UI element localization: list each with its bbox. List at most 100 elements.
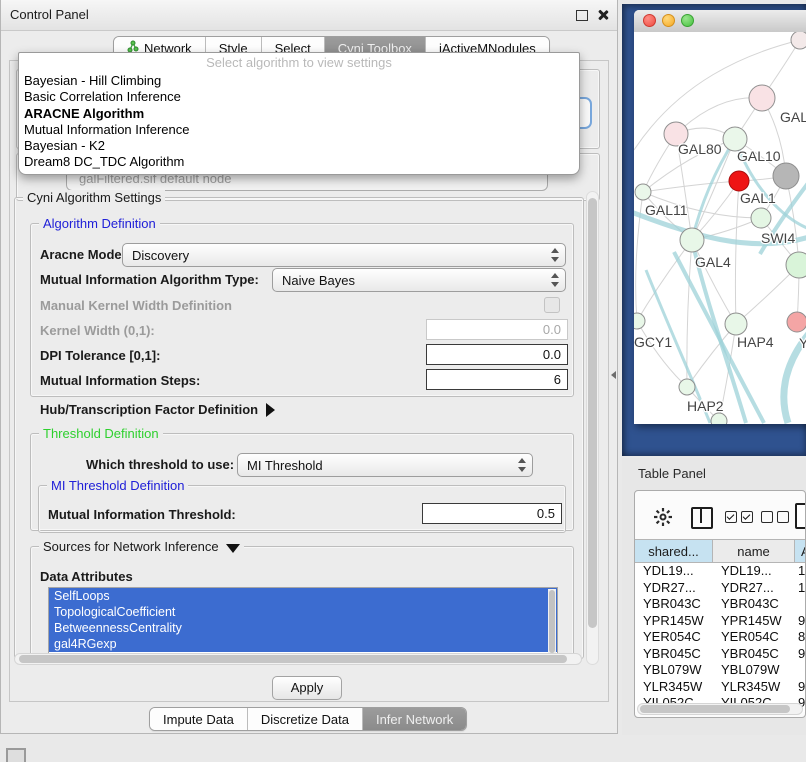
table-cell-id[interactable]: YPR145W: [713, 613, 795, 630]
close-icon[interactable]: [596, 8, 609, 21]
network-edge[interactable]: [676, 98, 762, 134]
dpi-tolerance-field[interactable]: 0.0: [426, 344, 568, 365]
table-cell-value[interactable]: 9.: [795, 679, 806, 696]
attribute-item-betweennesscentrality[interactable]: BetweennessCentrality: [49, 620, 557, 636]
column-header-name[interactable]: name: [713, 539, 795, 563]
table-cell-id[interactable]: YDL19...: [713, 563, 795, 580]
minimize-traffic-light[interactable]: [662, 14, 675, 27]
table-cell-id[interactable]: YLR345W: [635, 679, 713, 696]
aracne-mode-combo[interactable]: Discovery: [122, 243, 566, 267]
network-edge[interactable]: [637, 240, 692, 321]
table-cell-id[interactable]: YER054C: [713, 629, 795, 646]
unchecked-checkbox-icon[interactable]: [761, 511, 773, 523]
zoom-traffic-light[interactable]: [681, 14, 694, 27]
network-node[interactable]: [791, 32, 806, 49]
node-label-gal11: GAL11: [645, 202, 688, 218]
tab-impute-data[interactable]: Impute Data: [150, 708, 247, 730]
network-node[interactable]: [634, 313, 645, 329]
table-cell-id[interactable]: YDR27...: [635, 580, 713, 597]
network-node[interactable]: [751, 208, 771, 228]
table-cell-id[interactable]: YBR045C: [635, 646, 713, 663]
checked-checkbox-icon[interactable]: [741, 511, 753, 523]
network-edge[interactable]: [636, 192, 643, 321]
network-node[interactable]: [729, 171, 749, 191]
column-split-icon[interactable]: [691, 507, 713, 529]
network-view-window[interactable]: GALGAL80GAL10GAL11GAL1SWI4GAL4GCY1HAP4YH…: [634, 10, 806, 424]
table-cell-value[interactable]: 8.: [795, 629, 806, 646]
tab-infer-network[interactable]: Infer Network: [362, 708, 466, 730]
table-cell-value[interactable]: 9.: [795, 613, 806, 630]
network-node[interactable]: [725, 313, 747, 335]
network-window-titlebar[interactable]: [634, 10, 806, 33]
attribute-item-selfloops[interactable]: SelfLoops: [49, 588, 557, 604]
checked-checkbox-icon[interactable]: [725, 511, 737, 523]
network-edge[interactable]: [687, 240, 692, 387]
network-node[interactable]: [711, 413, 727, 424]
manual-kernel-checkbox[interactable]: [544, 297, 560, 313]
network-canvas[interactable]: GALGAL80GAL10GAL11GAL1SWI4GAL4GCY1HAP4YH…: [634, 32, 806, 424]
mi-threshold-field[interactable]: 0.5: [422, 503, 562, 524]
network-node[interactable]: [749, 85, 775, 111]
table-cell-id[interactable]: YBR045C: [713, 646, 795, 663]
column-header-a[interactable]: A: [795, 539, 806, 563]
sources-group-title[interactable]: Sources for Network Inference: [39, 539, 244, 554]
table-cell-id[interactable]: YPR145W: [635, 613, 713, 630]
tab-discretize-data[interactable]: Discretize Data: [247, 708, 362, 730]
network-edge[interactable]: [692, 240, 736, 324]
manual-kernel-label: Manual Kernel Width Definition: [40, 298, 232, 313]
table-cell-id[interactable]: YBL079W: [713, 662, 795, 679]
node-table-card: shared...nameA YDL19...YDL19...13YDR27..…: [634, 490, 806, 718]
horizontal-scrollbar[interactable]: [14, 653, 582, 665]
mi-steps-field[interactable]: 6: [426, 369, 568, 390]
table-cell-id[interactable]: YER054C: [635, 629, 713, 646]
table-cell-id[interactable]: YBL079W: [635, 662, 713, 679]
network-node[interactable]: [773, 163, 799, 189]
splitter-arrow-icon[interactable]: [611, 371, 616, 379]
table-cell-value[interactable]: [795, 596, 806, 613]
close-traffic-light[interactable]: [643, 14, 656, 27]
expanded-arrow-icon: [226, 544, 240, 553]
algorithm-option-bayesian-k2[interactable]: Bayesian - K2: [19, 138, 579, 154]
table-cell-id[interactable]: YBR043C: [713, 596, 795, 613]
network-node[interactable]: [787, 312, 806, 332]
table-cell-value[interactable]: 13: [795, 563, 806, 580]
hub-definition-toggle[interactable]: Hub/Transcription Factor Definition: [40, 402, 275, 417]
algorithm-option-basic-correlation-inference[interactable]: Basic Correlation Inference: [19, 89, 579, 105]
network-node[interactable]: [680, 228, 704, 252]
mi-threshold-group-title: MI Threshold Definition: [47, 478, 188, 493]
algorithm-option-aracne-algorithm[interactable]: ARACNE Algorithm: [19, 106, 579, 122]
network-node[interactable]: [635, 184, 651, 200]
network-node[interactable]: [786, 252, 806, 278]
table-cell-id[interactable]: YDR27...: [713, 580, 795, 597]
unchecked-checkbox-icon[interactable]: [777, 511, 789, 523]
network-edge[interactable]: [643, 181, 739, 192]
kernel-width-field[interactable]: 0.0: [426, 319, 568, 340]
gear-icon[interactable]: [653, 507, 673, 527]
algorithm-option-dream8-dc-tdc-algorithm[interactable]: Dream8 DC_TDC Algorithm: [19, 154, 579, 170]
algorithm-option-bayesian-hill-climbing[interactable]: Bayesian - Hill Climbing: [19, 73, 579, 89]
table-cell-id[interactable]: YLR345W: [713, 679, 795, 696]
vertical-scrollbar[interactable]: [586, 191, 599, 665]
network-node[interactable]: [679, 379, 695, 395]
column-header-shared[interactable]: shared...: [635, 539, 713, 563]
attribute-item-topologicalcoefficient[interactable]: TopologicalCoefficient: [49, 604, 557, 620]
dock-icon[interactable]: [6, 748, 26, 762]
table-cell-value[interactable]: 12: [795, 580, 806, 597]
table-cell-id[interactable]: YDL19...: [635, 563, 713, 580]
attribute-item-gal4rgexp[interactable]: gal4RGexp: [49, 636, 557, 652]
page-icon[interactable]: [795, 503, 806, 529]
data-attributes-list[interactable]: SelfLoopsTopologicalCoefficientBetweenne…: [48, 587, 558, 657]
network-edge[interactable]: [735, 181, 739, 324]
table-header-row: shared...nameA: [635, 539, 806, 563]
mi-algorithm-combo[interactable]: Naive Bayes: [272, 268, 566, 292]
which-threshold-value: MI Threshold: [247, 458, 323, 473]
float-icon[interactable]: [576, 10, 588, 21]
table-cell-id[interactable]: YBR043C: [635, 596, 713, 613]
list-scrollbar[interactable]: [548, 589, 556, 655]
table-horizontal-scrollbar[interactable]: [637, 703, 803, 715]
apply-button[interactable]: Apply: [272, 676, 342, 700]
algorithm-option-mutual-information-inference[interactable]: Mutual Information Inference: [19, 122, 579, 138]
which-threshold-combo[interactable]: MI Threshold: [237, 453, 533, 477]
table-cell-value[interactable]: 9.: [795, 646, 806, 663]
table-cell-value[interactable]: [795, 662, 806, 679]
